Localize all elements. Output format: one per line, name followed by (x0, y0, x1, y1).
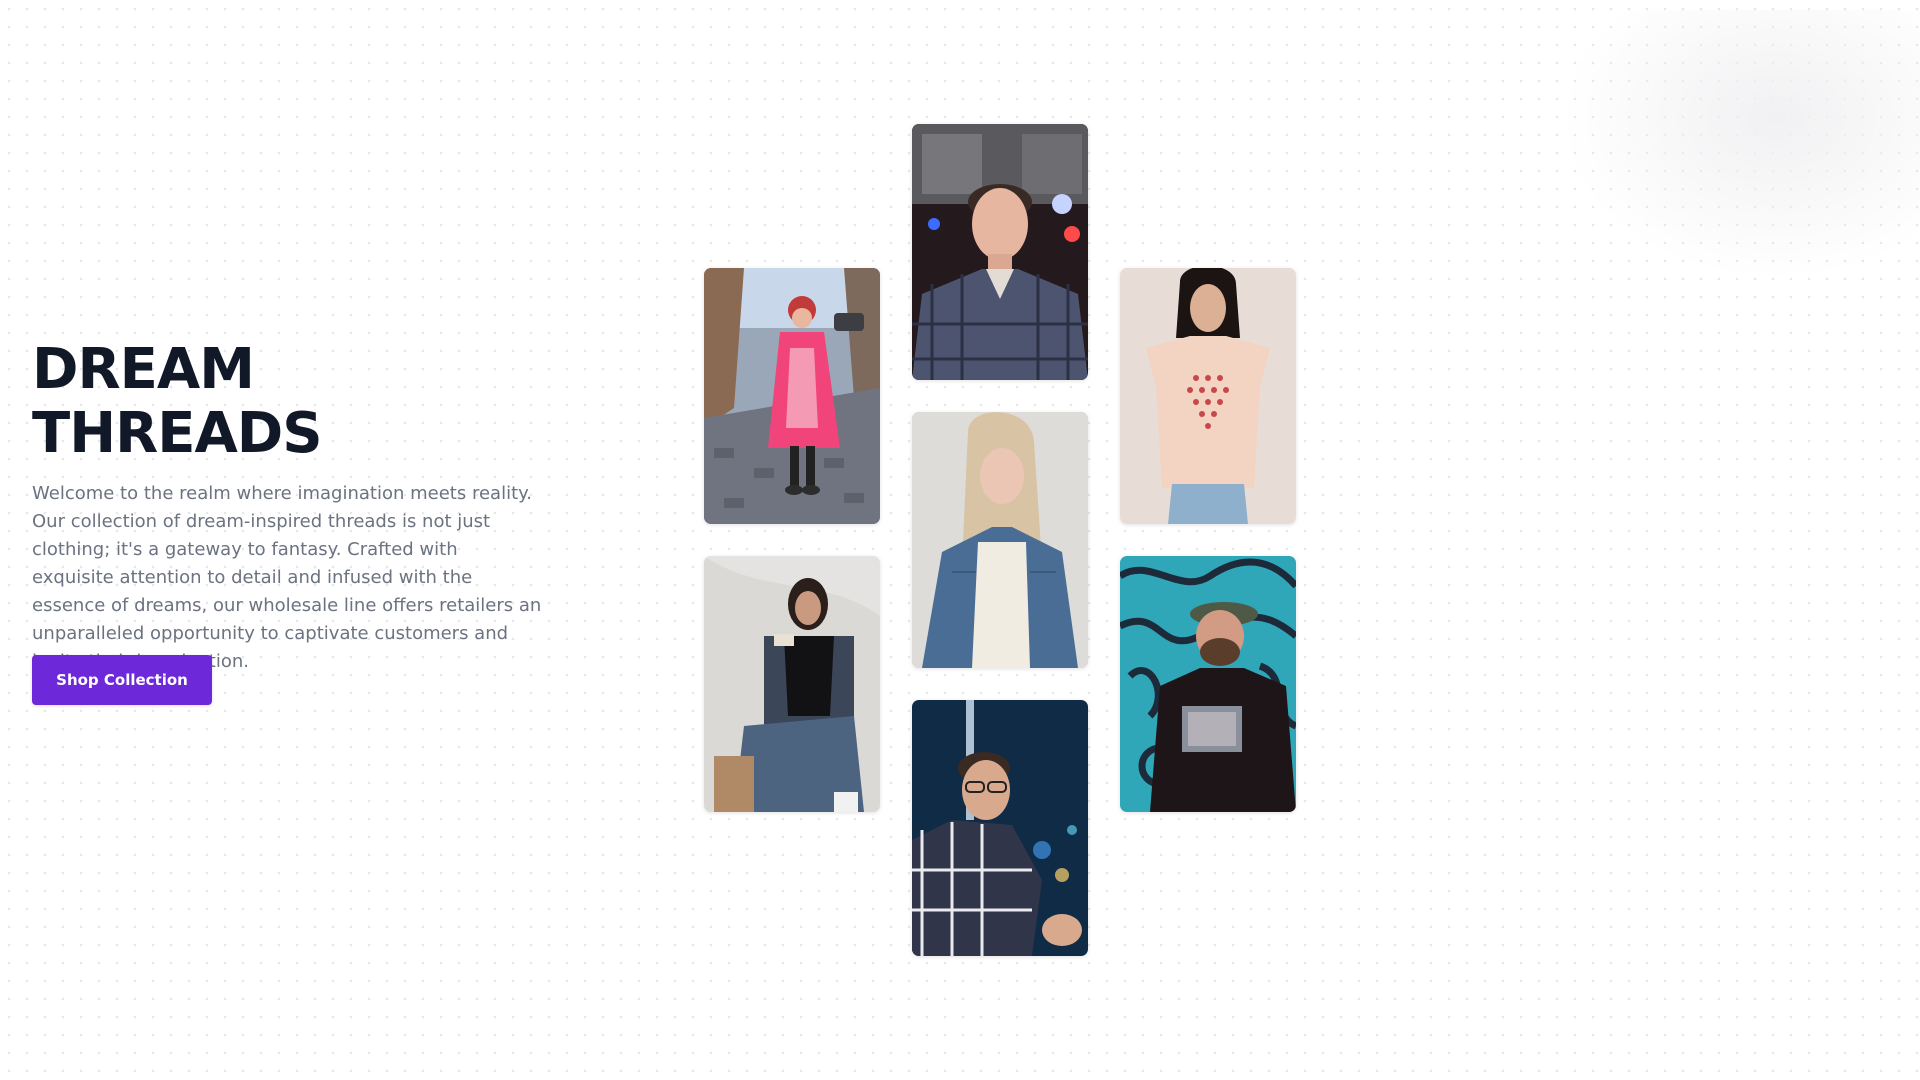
gallery-photo-pink-raincoat (704, 268, 880, 524)
hero-text-block: DREAM THREADS Welcome to the realm where… (32, 338, 552, 676)
gallery-photo-man-hoodie-graffiti (1120, 556, 1296, 812)
gallery-photo-man-plaid-arcade (912, 124, 1088, 380)
hero-description: Welcome to the realm where imagination m… (32, 483, 542, 672)
background-glow (1560, 10, 1920, 280)
gallery-photo-woman-denim-jacket (912, 412, 1088, 668)
gallery-photo-woman-seated (704, 556, 880, 812)
gallery-photo-woman-peach-tshirt (1120, 268, 1296, 524)
page-title: DREAM THREADS (32, 337, 323, 466)
hero-section: DREAM THREADS Welcome to the realm where… (0, 0, 1920, 1080)
gallery-photo-man-glasses-night (912, 700, 1088, 956)
shop-collection-button[interactable]: Shop Collection (32, 655, 212, 705)
